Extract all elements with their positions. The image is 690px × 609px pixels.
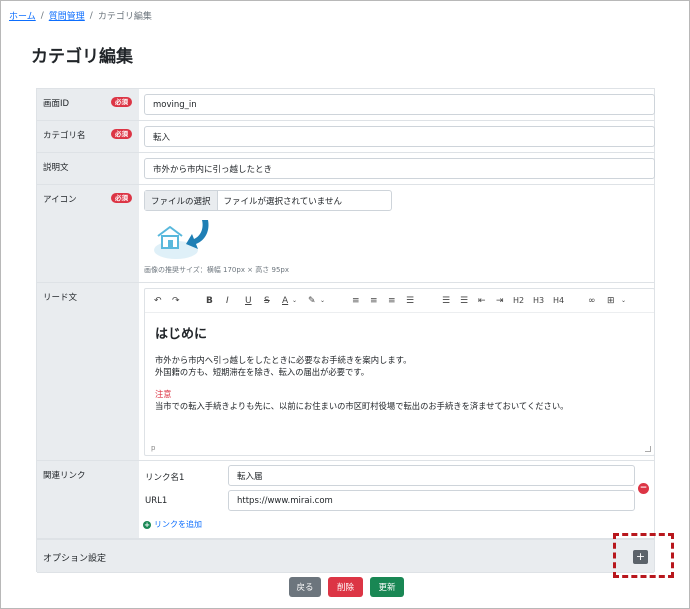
file-status-text: ファイルが選択されていません: [223, 196, 343, 207]
icon-label-cell: アイコン 必須: [37, 185, 139, 283]
required-badge: 必須: [111, 193, 132, 203]
editor-status-path: p: [151, 444, 156, 452]
heading4-button[interactable]: H4: [553, 295, 564, 307]
description-value-cell: 市外から市内に引っ越したとき: [139, 153, 655, 185]
add-link-label: リンクを追加: [154, 520, 202, 529]
breadcrumb-home-link[interactable]: ホーム: [9, 9, 36, 22]
editor-heading: はじめに: [155, 327, 208, 342]
indent-icon[interactable]: ⇥: [496, 295, 504, 307]
add-link-button[interactable]: + リンクを追加: [143, 519, 202, 530]
category-name-label: カテゴリ名: [43, 131, 86, 141]
align-justify-icon[interactable]: ☰: [406, 295, 414, 307]
table-icon[interactable]: ⊞: [607, 295, 615, 307]
underline-button[interactable]: U: [245, 295, 252, 307]
link-url-label: URL1: [145, 496, 168, 506]
links-label: 関連リンク: [43, 471, 86, 481]
lead-label-cell: リード文: [37, 283, 139, 461]
highlight-box: [613, 533, 674, 578]
page-title: カテゴリ編集: [31, 47, 133, 67]
highlight-pen-icon[interactable]: ✎: [308, 295, 316, 307]
file-select-button[interactable]: ファイルの選択: [145, 191, 218, 210]
remove-link-button[interactable]: −: [638, 483, 649, 494]
links-value-cell: リンク名1 転入届 URL1 https://www.mirai.com − +…: [139, 461, 654, 539]
category-name-label-cell: カテゴリ名 必須: [37, 121, 139, 153]
breadcrumb-manage-link[interactable]: 質問管理: [49, 9, 85, 22]
breadcrumb-current: カテゴリ編集: [97, 12, 152, 22]
options-section: オプション設定 +: [37, 539, 654, 573]
editor-toolbar: ↶ ↷ B I U S A ⌄ ✎ ⌄ ≡ ≡ ≡ ☰ ☰ ☰ ⇤ ⇥ H2 H…: [145, 289, 654, 313]
bold-button[interactable]: B: [206, 295, 213, 307]
delete-button[interactable]: 削除: [328, 577, 363, 597]
moving-house-icon: [154, 220, 209, 259]
align-center-icon[interactable]: ≡: [370, 295, 378, 307]
screen-id-value-cell: moving_in: [139, 89, 655, 121]
lead-value-cell: ↶ ↷ B I U S A ⌄ ✎ ⌄ ≡ ≡ ≡ ☰ ☰ ☰ ⇤ ⇥ H2 H…: [139, 283, 655, 461]
chevron-down-icon[interactable]: ⌄: [292, 295, 297, 307]
screen-id-input[interactable]: moving_in: [144, 94, 655, 115]
link-url-input[interactable]: https://www.mirai.com: [228, 490, 635, 511]
italic-button[interactable]: I: [226, 295, 229, 307]
link-icon[interactable]: ∞: [588, 295, 596, 307]
required-badge: 必須: [111, 129, 132, 139]
heading2-button[interactable]: H2: [513, 295, 524, 307]
editor-content[interactable]: はじめに 市外から市内へ引っ越しをしたときに必要なお手続きを案内します。 外国籍…: [155, 323, 644, 412]
editor-paragraph: 外国籍の方も、短期滞在を除き、転入の届出が必要です。: [155, 367, 370, 377]
description-label: 説明文: [43, 163, 69, 173]
editor-paragraph: 市外から市内へ引っ越しをしたときに必要なお手続きを案内します。: [155, 355, 412, 365]
chevron-down-icon[interactable]: ⌄: [320, 295, 325, 307]
icon-value-cell: ファイルの選択 ファイルが選択されていません 画像の推奨サイズ：横幅 170px…: [139, 185, 654, 283]
options-label: オプション設定: [43, 554, 107, 564]
align-right-icon[interactable]: ≡: [388, 295, 396, 307]
category-name-input[interactable]: 転入: [144, 126, 655, 147]
undo-icon[interactable]: ↶: [154, 295, 162, 307]
screen-id-label: 画面ID: [43, 99, 70, 109]
required-badge: 必須: [111, 97, 132, 107]
category-edit-form: 画面ID 必須 moving_in カテゴリ名 必須 転入 説明文 市外から市内…: [36, 88, 655, 573]
description-input[interactable]: 市外から市内に引っ越したとき: [144, 158, 655, 179]
breadcrumb-separator: /: [40, 10, 44, 21]
redo-icon[interactable]: ↷: [172, 295, 180, 307]
icon-file-input[interactable]: ファイルの選択 ファイルが選択されていません: [144, 190, 392, 211]
breadcrumb-separator: /: [89, 10, 93, 21]
chevron-down-icon[interactable]: ⌄: [621, 295, 626, 307]
editor-paragraph: 当市での転入手続きよりも先に、以前にお住まいの市区町村役場で転出のお手続きを済ま…: [155, 401, 569, 411]
outdent-icon[interactable]: ⇤: [478, 295, 486, 307]
font-color-button[interactable]: A: [282, 295, 288, 307]
bullet-list-icon[interactable]: ☰: [442, 295, 450, 307]
links-label-cell: 関連リンク: [37, 461, 139, 539]
breadcrumb: ホーム / 質問管理 / カテゴリ編集: [9, 9, 152, 23]
lead-label: リード文: [43, 293, 78, 303]
update-button[interactable]: 更新: [370, 577, 404, 597]
numbered-list-icon[interactable]: ☰: [460, 295, 468, 307]
image-size-note: 画像の推奨サイズ：横幅 170px × 高さ 95px: [144, 266, 289, 274]
plus-circle-icon: +: [143, 520, 151, 529]
link-name-input[interactable]: 転入届: [228, 465, 635, 486]
link-name-label: リンク名1: [145, 473, 185, 483]
back-button[interactable]: 戻る: [289, 577, 321, 597]
align-left-icon[interactable]: ≡: [352, 295, 360, 307]
editor-warning-title: 注意: [155, 389, 172, 399]
icon-label: アイコン: [43, 195, 77, 205]
resize-handle-icon[interactable]: [645, 446, 651, 452]
category-name-value-cell: 転入: [139, 121, 655, 153]
strikethrough-button[interactable]: S: [264, 295, 270, 307]
screen-id-label-cell: 画面ID 必須: [37, 89, 139, 121]
rich-text-editor[interactable]: ↶ ↷ B I U S A ⌄ ✎ ⌄ ≡ ≡ ≡ ☰ ☰ ☰ ⇤ ⇥ H2 H…: [144, 288, 655, 456]
description-label-cell: 説明文: [37, 153, 139, 185]
heading3-button[interactable]: H3: [533, 295, 544, 307]
